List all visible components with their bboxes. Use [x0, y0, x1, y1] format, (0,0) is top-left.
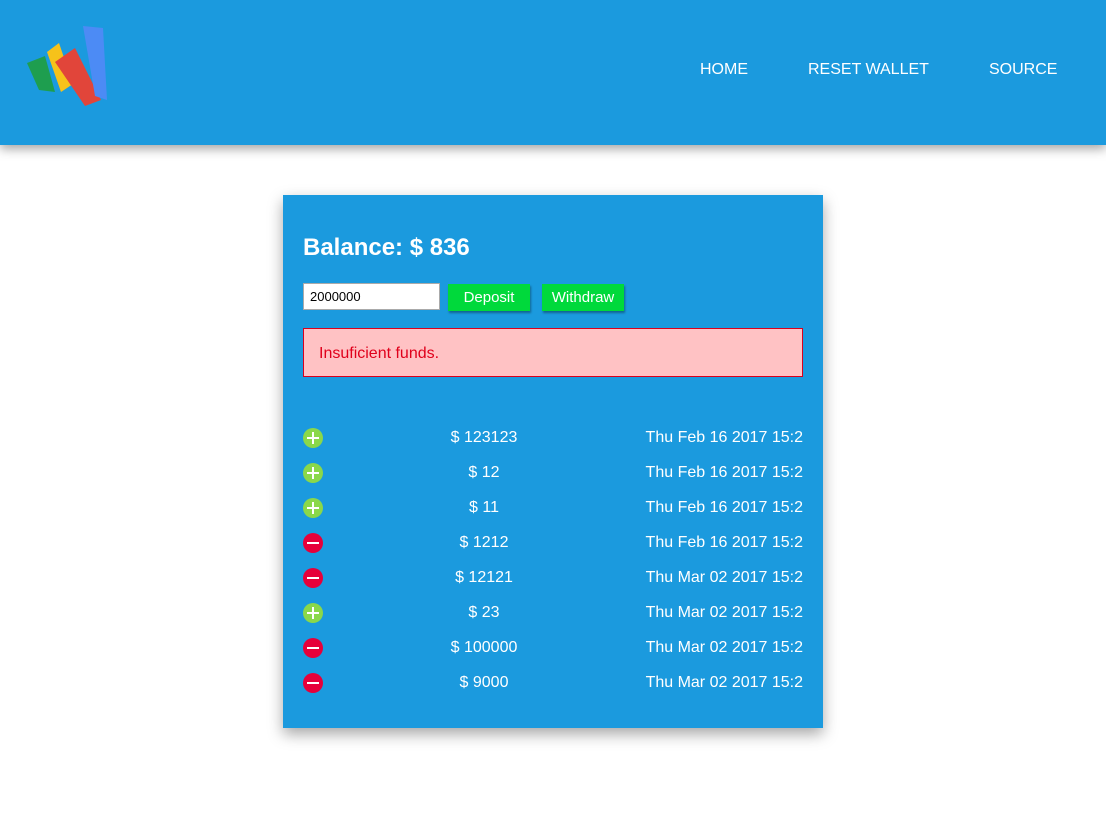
plus-circle-icon — [303, 428, 323, 448]
transaction-row: $ 12 Thu Feb 16 2017 15:2 — [303, 455, 803, 490]
nav-home[interactable]: HOME — [700, 61, 748, 81]
transaction-amount: $ 123123 — [450, 429, 518, 446]
transaction-list: $ 123123 Thu Feb 16 2017 15:2 $ 12 Thu Feb … — [303, 420, 803, 700]
plus-circle-icon — [303, 498, 323, 518]
transaction-row: $ 100000 Thu Mar 02 2017 15:2 — [303, 630, 803, 665]
nav-reset-wallet[interactable]: RESET WALLET — [808, 61, 929, 81]
transaction-row: $ 1212 Thu Feb 16 2017 15:2 — [303, 525, 803, 560]
error-alert: Insuficient funds. — [303, 328, 803, 377]
transaction-row: $ 23 Thu Mar 02 2017 15:2 — [303, 595, 803, 630]
transaction-amount: $ 12 — [468, 464, 500, 481]
transaction-date: Thu Feb 16 2017 15:2 — [645, 534, 803, 551]
wallet-logo-icon[interactable] — [27, 26, 109, 108]
withdraw-button[interactable]: Withdraw — [542, 284, 624, 311]
amount-input[interactable] — [303, 283, 440, 310]
transaction-date: Thu Feb 16 2017 15:2 — [645, 429, 803, 446]
transaction-amount: $ 12121 — [455, 569, 513, 586]
transaction-date: Thu Feb 16 2017 15:2 — [645, 464, 803, 481]
balance-heading: Balance: $ 836 — [303, 234, 470, 262]
transaction-date: Thu Mar 02 2017 15:2 — [645, 569, 803, 586]
transaction-amount: $ 9000 — [459, 674, 509, 691]
transaction-amount: $ 11 — [469, 499, 499, 516]
transaction-date: Thu Feb 16 2017 15:2 — [645, 499, 803, 516]
transaction-date: Thu Mar 02 2017 15:2 — [645, 639, 803, 656]
transaction-amount: $ 1212 — [459, 534, 509, 551]
wallet-card: Balance: $ 836 Deposit Withdraw Insufici… — [283, 195, 823, 728]
transaction-date: Thu Mar 02 2017 15:2 — [645, 674, 803, 691]
transaction-row: $ 123123 Thu Feb 16 2017 15:2 — [303, 420, 803, 455]
transaction-amount: $ 23 — [468, 604, 500, 621]
error-message: Insuficient funds. — [319, 345, 440, 362]
deposit-button[interactable]: Deposit — [448, 284, 530, 311]
minus-circle-icon — [303, 533, 323, 553]
minus-circle-icon — [303, 673, 323, 693]
plus-circle-icon — [303, 603, 323, 623]
minus-circle-icon — [303, 568, 323, 588]
transaction-amount: $ 100000 — [450, 639, 518, 656]
transaction-row: $ 11 Thu Feb 16 2017 15:2 — [303, 490, 803, 525]
transaction-row: $ 9000 Thu Mar 02 2017 15:2 — [303, 665, 803, 700]
plus-circle-icon — [303, 463, 323, 483]
balance-label: Balance: — [303, 234, 404, 261]
transaction-date: Thu Mar 02 2017 15:2 — [645, 604, 803, 621]
minus-circle-icon — [303, 638, 323, 658]
transaction-row: $ 12121 Thu Mar 02 2017 15:2 — [303, 560, 803, 595]
top-navbar: HOME RESET WALLET SOURCE — [0, 0, 1106, 145]
balance-value: $ 836 — [409, 234, 470, 261]
nav-source[interactable]: SOURCE — [989, 61, 1057, 81]
